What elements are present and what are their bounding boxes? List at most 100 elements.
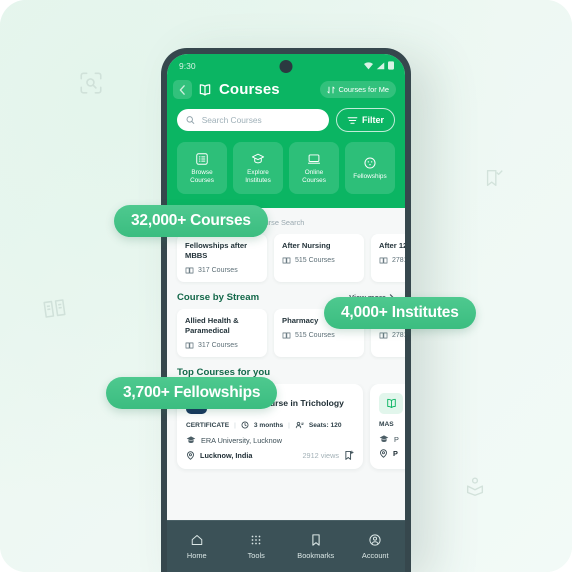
signal-icon	[376, 61, 385, 69]
page-root: 9:30 Courses Courses for Me Search Cours…	[0, 0, 572, 572]
card-title: Fellowships after MBBS	[185, 241, 248, 261]
tile-label: Online Courses	[302, 168, 326, 184]
institute-logo	[379, 393, 403, 415]
search-icon	[186, 116, 195, 124]
nav-label: Account	[361, 551, 389, 560]
book-icon	[379, 332, 388, 339]
count-text: 2781 Courses	[392, 332, 405, 340]
quick-go-card[interactable]: After 12th Science 2781 Courses	[371, 234, 405, 283]
course-meta: CERTIFICATE | 3 months | Seats: 120	[186, 421, 354, 429]
tile-browse-courses[interactable]: Browse Courses	[177, 142, 227, 194]
stream-card[interactable]: Allied Health & Paramedical 317 Courses	[177, 309, 267, 358]
nav-item-bookmarks[interactable]: Bookmarks	[286, 521, 346, 572]
book-icon	[185, 267, 194, 274]
seats-icon	[295, 421, 304, 429]
pin-icon	[187, 451, 194, 460]
institute-name: ERA University, Lucknow	[201, 435, 282, 445]
course-level: MAS	[379, 421, 394, 429]
course-location: Lucknow, India	[200, 451, 253, 461]
count-text: 317 Courses	[198, 267, 238, 275]
title-row: Courses Courses for Me	[167, 77, 405, 99]
tile-label: Explore Institutes	[245, 168, 271, 184]
meta-divider: |	[234, 421, 236, 429]
card-count: 317 Courses	[185, 266, 259, 275]
status-bar: 9:30	[167, 54, 405, 77]
back-button[interactable]	[173, 80, 192, 99]
bookmark-check-icon	[483, 167, 505, 189]
card-title: After 12th Science	[379, 241, 405, 250]
course-institute: P	[379, 434, 405, 444]
nav-item-account[interactable]: Account	[346, 521, 406, 572]
tile-fellowships[interactable]: Fellowships	[345, 142, 395, 194]
book-icon	[185, 342, 194, 349]
count-text: 2781 Courses	[392, 257, 405, 265]
nav-item-tools[interactable]: Tools	[227, 521, 287, 572]
card-count: 2781 Courses	[379, 331, 405, 340]
medal-icon	[364, 156, 376, 169]
bookmark-add-icon[interactable]	[344, 450, 354, 461]
callout-fellowships-count: 3,700+ Fellowships	[106, 377, 278, 409]
institute-name: P	[394, 434, 399, 444]
course-card[interactable]: MAS P P	[370, 384, 405, 470]
course-location: P	[393, 449, 398, 459]
tile-online-courses[interactable]: Online Courses	[289, 142, 339, 194]
page-title: Courses	[197, 81, 280, 98]
quick-go-card[interactable]: After Nursing 515 Courses	[274, 234, 364, 283]
tile-explore-institutes[interactable]: Explore Institutes	[233, 142, 283, 194]
battery-icon	[388, 61, 394, 70]
card-count: 317 Courses	[185, 341, 259, 350]
course-views: 2912 views	[302, 451, 339, 461]
search-row: Filter	[167, 99, 405, 142]
quick-go-card[interactable]: Fellowships after MBBS 317 Courses	[177, 234, 267, 283]
course-meta: MAS	[379, 421, 405, 428]
account-icon	[369, 534, 381, 546]
scroll-content[interactable]: Quick Go - Easier Course Search Fellowsh…	[167, 208, 405, 499]
callout-courses-count: 32,000+ Courses	[114, 205, 268, 237]
tile-label: Fellowships	[353, 172, 387, 180]
card-count: 515 Courses	[282, 256, 356, 265]
quick-go-carousel[interactable]: Fellowships after MBBS 317 Courses After…	[167, 234, 405, 292]
graduation-cap-icon	[186, 436, 196, 444]
count-text: 317 Courses	[198, 342, 238, 350]
nav-label: Bookmarks	[297, 551, 335, 560]
sort-label: Courses for Me	[338, 85, 389, 94]
camera-punch-hole	[279, 60, 293, 73]
count-text: 515 Courses	[295, 257, 335, 265]
card-title: Allied Health & Paramedical	[185, 316, 239, 336]
card-count: 515 Courses	[282, 331, 356, 340]
course-duration: 3 months	[253, 421, 284, 429]
laptop-icon	[308, 153, 320, 164]
open-book-icon	[199, 83, 211, 96]
course-footer: Lucknow, India 2912 views	[186, 450, 354, 461]
count-text: 515 Courses	[295, 332, 335, 340]
pin-icon	[380, 449, 387, 458]
filter-icon	[347, 116, 358, 124]
callout-institutes-count: 4,000+ Institutes	[324, 297, 476, 329]
sort-icon	[327, 86, 336, 93]
book-icon	[282, 332, 291, 339]
bookmark-icon	[312, 534, 320, 546]
filter-button[interactable]: Filter	[335, 108, 395, 132]
sort-courses-for-me-button[interactable]: Courses for Me	[320, 81, 396, 98]
page-title-text: Courses	[219, 81, 280, 98]
nav-item-home[interactable]: Home	[167, 521, 227, 572]
scan-search-icon	[78, 70, 104, 96]
course-seats: Seats: 120	[308, 421, 342, 429]
course-institute: ERA University, Lucknow	[186, 435, 354, 445]
search-input[interactable]	[199, 114, 320, 126]
nav-label: Tools	[247, 551, 265, 560]
course-level: CERTIFICATE	[186, 421, 230, 429]
status-icons	[364, 61, 394, 70]
graduation-cap-icon	[379, 435, 389, 443]
book-icon	[282, 257, 291, 264]
wifi-icon	[364, 61, 373, 69]
book-icon	[379, 257, 388, 264]
meta-divider: |	[288, 421, 290, 429]
filter-label: Filter	[361, 115, 384, 125]
card-count: 2781 Courses	[379, 256, 405, 265]
tile-label: Browse Courses	[190, 168, 214, 184]
course-card-top	[379, 393, 405, 415]
search-box[interactable]	[177, 109, 329, 131]
grid-dots-icon	[251, 535, 261, 545]
quick-tiles: Browse Courses Explore Institutes Online…	[167, 142, 405, 206]
